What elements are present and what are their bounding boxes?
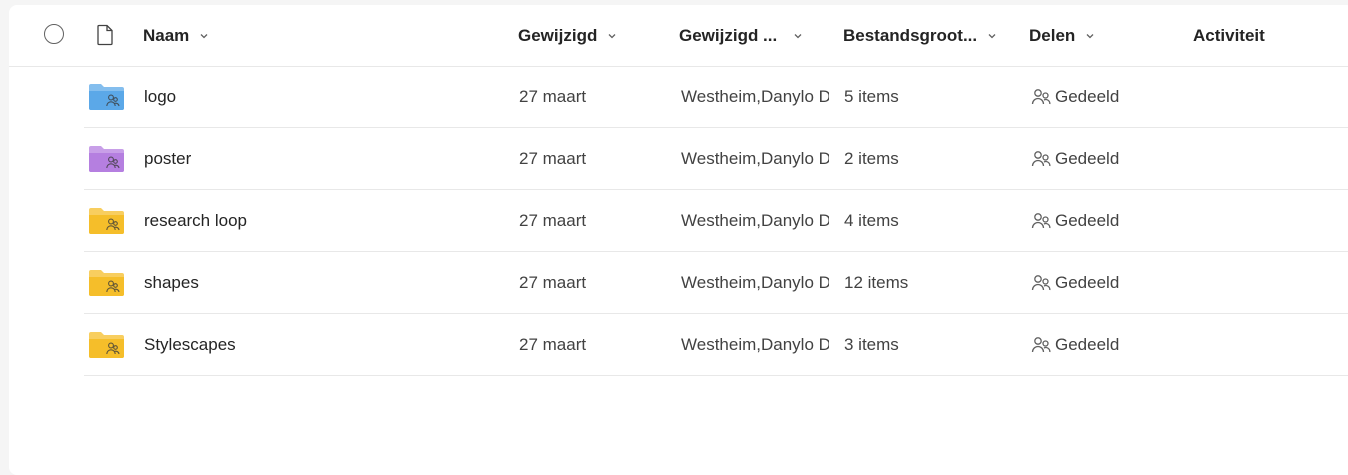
- modified-by: Westheim,Danylo D: [681, 210, 829, 230]
- column-header-file-size[interactable]: Bestandsgroot...: [843, 5, 997, 66]
- file-size: 12 items: [844, 272, 909, 292]
- table-row[interactable]: shapes 27 maart Westheim,Danylo D 12 ite…: [84, 252, 1348, 314]
- people-icon: [1031, 88, 1051, 104]
- file-rows: logo 27 maart Westheim,Danylo D 5 items …: [84, 66, 1348, 376]
- sharing-status-label: Gedeeld: [1055, 86, 1120, 106]
- shared-folder-icon: [89, 332, 124, 358]
- file-size: 3 items: [844, 334, 899, 354]
- chevron-down-icon: [608, 33, 616, 38]
- chevron-down-icon: [794, 33, 802, 38]
- column-header-name-label: Naam: [143, 25, 190, 45]
- file-size: 4 items: [844, 210, 899, 230]
- modified-date: 27 maart: [519, 334, 587, 354]
- file-size: 5 items: [844, 86, 899, 106]
- modified-by: Westheim,Danylo D: [681, 272, 829, 292]
- column-header-activity-label: Activiteit: [1193, 25, 1265, 45]
- shared-folder-icon: [89, 270, 124, 296]
- sharing-status-label: Gedeeld: [1055, 148, 1120, 168]
- column-header-modified-by-label: Gewijzigd ...: [679, 25, 778, 45]
- modified-by: Westheim,Danylo D: [681, 86, 829, 106]
- modified-date: 27 maart: [519, 148, 587, 168]
- table-row[interactable]: logo 27 maart Westheim,Danylo D 5 items …: [84, 66, 1348, 128]
- people-icon: [1031, 150, 1051, 166]
- shared-folder-icon: [89, 146, 124, 172]
- file-name[interactable]: Stylescapes: [144, 314, 236, 375]
- sharing-status[interactable]: Gedeeld: [1031, 252, 1119, 313]
- sharing-status[interactable]: Gedeeld: [1031, 190, 1119, 251]
- column-header-sharing[interactable]: Delen: [1029, 5, 1095, 66]
- document-icon: [97, 24, 113, 46]
- table-row[interactable]: research loop 27 maart Westheim,Danylo D…: [84, 190, 1348, 252]
- file-name[interactable]: logo: [144, 66, 176, 127]
- column-header-modified[interactable]: Gewijzigd: [518, 5, 617, 66]
- sharing-status[interactable]: Gedeeld: [1031, 314, 1119, 375]
- column-header-file-size-label: Bestandsgroot...: [843, 25, 978, 45]
- chevron-down-icon: [988, 33, 996, 38]
- people-icon: [1031, 212, 1051, 228]
- sharing-status[interactable]: Gedeeld: [1031, 128, 1119, 189]
- column-header-modified-by[interactable]: Gewijzigd ...: [679, 5, 803, 66]
- modified-date: 27 maart: [519, 210, 587, 230]
- shared-folder-icon: [89, 84, 124, 110]
- file-name[interactable]: shapes: [144, 252, 199, 313]
- modified-date: 27 maart: [519, 272, 587, 292]
- table-row[interactable]: poster 27 maart Westheim,Danylo D 2 item…: [84, 128, 1348, 190]
- modified-by: Westheim,Danylo D: [681, 148, 829, 168]
- column-header-modified-label: Gewijzigd: [518, 25, 598, 45]
- file-name[interactable]: poster: [144, 128, 191, 189]
- people-icon: [1031, 274, 1051, 290]
- file-list-panel: Naam Gewijzigd Gewijzigd ... Bestandsgro…: [9, 5, 1348, 475]
- select-all-circle-icon[interactable]: [44, 24, 64, 44]
- modified-date: 27 maart: [519, 86, 587, 106]
- column-header-activity[interactable]: Activiteit: [1193, 5, 1265, 66]
- table-row[interactable]: Stylescapes 27 maart Westheim,Danylo D 3…: [84, 314, 1348, 376]
- column-header-name[interactable]: Naam: [143, 5, 209, 66]
- chevron-down-icon: [200, 33, 208, 38]
- shared-folder-icon: [89, 208, 124, 234]
- column-header-row: Naam Gewijzigd Gewijzigd ... Bestandsgro…: [9, 5, 1348, 67]
- file-name[interactable]: research loop: [144, 190, 247, 251]
- sharing-status[interactable]: Gedeeld: [1031, 66, 1119, 127]
- sharing-status-label: Gedeeld: [1055, 334, 1120, 354]
- people-icon: [1031, 336, 1051, 352]
- sharing-status-label: Gedeeld: [1055, 210, 1120, 230]
- modified-by: Westheim,Danylo D: [681, 334, 829, 354]
- file-size: 2 items: [844, 148, 899, 168]
- sharing-status-label: Gedeeld: [1055, 272, 1120, 292]
- column-header-sharing-label: Delen: [1029, 25, 1076, 45]
- chevron-down-icon: [1086, 33, 1094, 38]
